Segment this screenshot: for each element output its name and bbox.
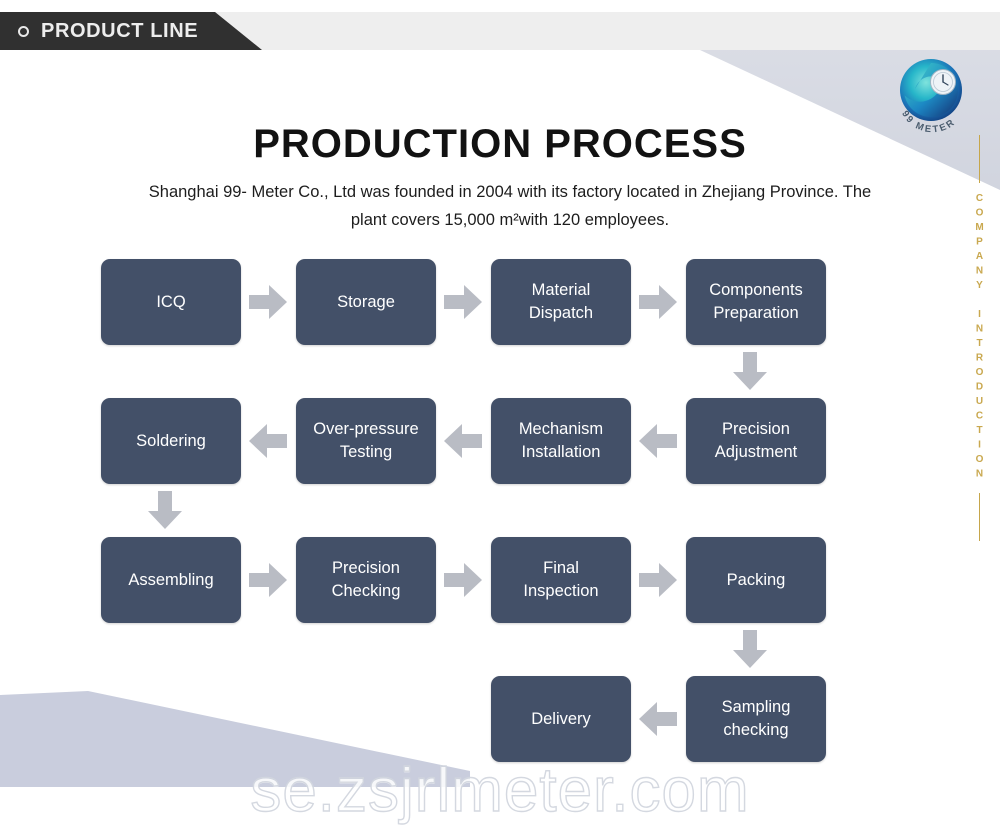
slide-canvas: PRODUCT LINE 99 METER COMPANY INTRODUCTI… xyxy=(0,0,1000,832)
arrow-right-precision_chk-to-final xyxy=(444,563,482,597)
production-process-flowchart: ICQ Storage Material Dispatch Components Prep… xyxy=(0,0,1000,832)
process-node-delivery: Delivery xyxy=(491,676,631,762)
process-node-components: Components Preparation xyxy=(686,259,826,345)
process-node-soldering: Soldering xyxy=(101,398,241,484)
arrow-right-assembling-to-precision_chk xyxy=(249,563,287,597)
process-node-final: Final Inspection xyxy=(491,537,631,623)
process-node-packing: Packing xyxy=(686,537,826,623)
arrow-down-components-to-precision_adj xyxy=(733,352,767,390)
process-node-overpressure: Over-pressure Testing xyxy=(296,398,436,484)
arrow-left-overpressure-to-soldering xyxy=(249,424,287,458)
process-node-precision_adj: Precision Adjustment xyxy=(686,398,826,484)
process-node-sampling: Sampling checking xyxy=(686,676,826,762)
arrow-right-final-to-packing xyxy=(639,563,677,597)
arrow-right-storage-to-material xyxy=(444,285,482,319)
arrow-right-material-to-components xyxy=(639,285,677,319)
process-node-assembling: Assembling xyxy=(101,537,241,623)
process-node-material: Material Dispatch xyxy=(491,259,631,345)
process-node-storage: Storage xyxy=(296,259,436,345)
arrow-down-soldering-to-assembling xyxy=(148,491,182,529)
arrow-down-packing-to-sampling xyxy=(733,630,767,668)
arrow-left-sampling-to-delivery xyxy=(639,702,677,736)
process-node-mechanism: Mechanism Installation xyxy=(491,398,631,484)
process-node-precision_chk: Precision Checking xyxy=(296,537,436,623)
process-node-icq: ICQ xyxy=(101,259,241,345)
arrow-left-mechanism-to-overpressure xyxy=(444,424,482,458)
arrow-right-icq-to-storage xyxy=(249,285,287,319)
arrow-left-precision_adj-to-mechanism xyxy=(639,424,677,458)
